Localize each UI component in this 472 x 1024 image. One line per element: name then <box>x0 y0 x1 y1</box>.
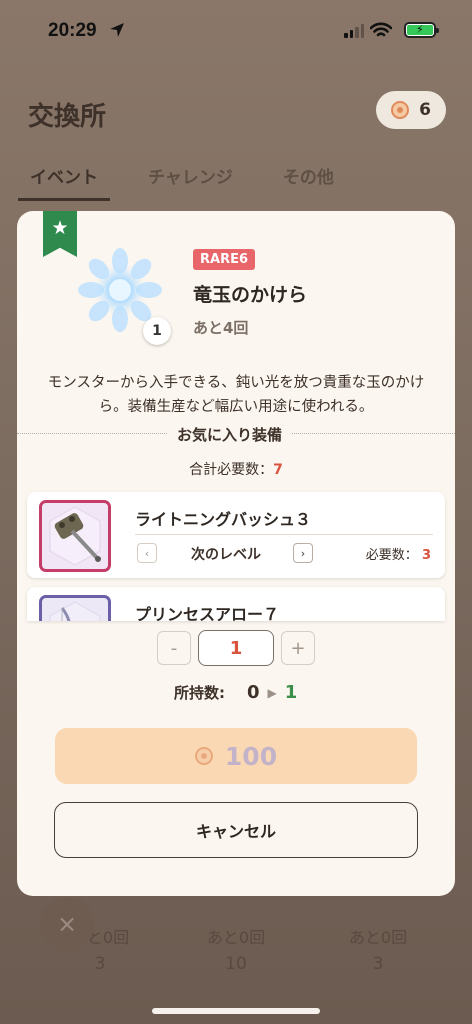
close-icon: × <box>56 910 78 938</box>
equipment-name: ライトニングバッシュ３ <box>135 510 312 529</box>
next-level-button[interactable]: › <box>293 543 313 563</box>
event-coin-icon <box>391 101 410 119</box>
exchange-button[interactable]: 100 <box>55 728 417 784</box>
owned-count: 所持数: 0 ▶ 1 <box>174 682 297 703</box>
status-bar: 20:29 ⚡ <box>0 0 472 62</box>
bow-weapon-icon <box>39 595 111 621</box>
item-description: モンスターから入手できる、鈍い光を放つ貴重な玉のかけら。装備生産など幅広い用途に… <box>47 375 425 415</box>
exchange-modal: ★ 1 RARE6 竜玉のかけら あと4回 モンスターから入手できる、鈍い光を放… <box>17 211 455 896</box>
battery-icon: ⚡ <box>404 22 439 38</box>
equipment-card[interactable]: プリンセスアロー７ <box>27 587 445 621</box>
currency-count: 6 <box>419 100 431 120</box>
close-fab-button[interactable]: × <box>40 897 94 951</box>
tab-other[interactable]: その他 <box>271 163 346 201</box>
location-arrow-icon <box>110 23 124 37</box>
decrease-quantity-button[interactable]: - <box>157 631 191 665</box>
total-required-value: 7 <box>273 462 283 478</box>
next-level-label: 次のレベル <box>191 547 261 563</box>
equipment-card[interactable]: ライトニングバッシュ３ ‹ 次のレベル › 必要数： 3 <box>27 492 445 578</box>
total-required: 合計必要数：7 <box>17 459 455 479</box>
owned-from: 0 <box>247 682 260 703</box>
cellular-signal-icon <box>344 24 364 38</box>
hammer-weapon-icon <box>39 500 111 572</box>
background-item-remaining: あと0回 <box>206 928 266 947</box>
rarity-badge: RARE6 <box>193 249 256 270</box>
play-arrow-icon: ▶ <box>267 685 277 700</box>
home-indicator[interactable] <box>152 1008 320 1014</box>
event-coin-icon <box>194 747 213 765</box>
chevron-right-icon: › <box>300 546 306 560</box>
equipment-divider <box>135 534 433 535</box>
favorite-ribbon: ★ <box>43 211 77 257</box>
tab-event[interactable]: イベント <box>18 163 110 201</box>
required-count: 必要数： 3 <box>366 544 431 563</box>
currency-pill[interactable]: 6 <box>376 91 446 129</box>
cancel-button[interactable]: キャンセル <box>54 802 418 858</box>
background-item-cost: 3 <box>94 954 106 974</box>
background-item-remaining: あと0回 <box>348 928 408 947</box>
equipment-name: プリンセスアロー７ <box>135 605 280 621</box>
star-icon: ★ <box>51 217 69 239</box>
item-name: 竜玉のかけら <box>193 284 308 306</box>
background-item-cost: 10 <box>225 954 247 974</box>
wifi-icon <box>370 22 392 37</box>
chevron-left-icon: ‹ <box>144 546 150 560</box>
owned-to: 1 <box>284 682 298 703</box>
required-value: 3 <box>421 548 431 563</box>
tab-bar: イベント チャレンジ その他 <box>18 163 346 201</box>
page-title: 交換所 <box>28 102 107 132</box>
owned-label: 所持数: <box>174 684 225 702</box>
increase-quantity-button[interactable]: + <box>281 631 315 665</box>
status-time: 20:29 <box>48 20 97 41</box>
exchange-price: 100 <box>224 741 278 771</box>
background-item-cost: 3 <box>372 954 384 974</box>
tab-challenge[interactable]: チャレンジ <box>136 163 245 201</box>
prev-level-button[interactable]: ‹ <box>137 543 157 563</box>
required-label: 必要数： <box>365 548 418 563</box>
item-quantity-badge: 1 <box>143 317 171 345</box>
exchange-remaining: あと4回 <box>193 319 249 337</box>
favorites-section-title: お気に入り装備 <box>167 424 293 445</box>
total-required-label: 合計必要数： <box>189 462 274 478</box>
quantity-input[interactable]: 1 <box>198 630 274 666</box>
